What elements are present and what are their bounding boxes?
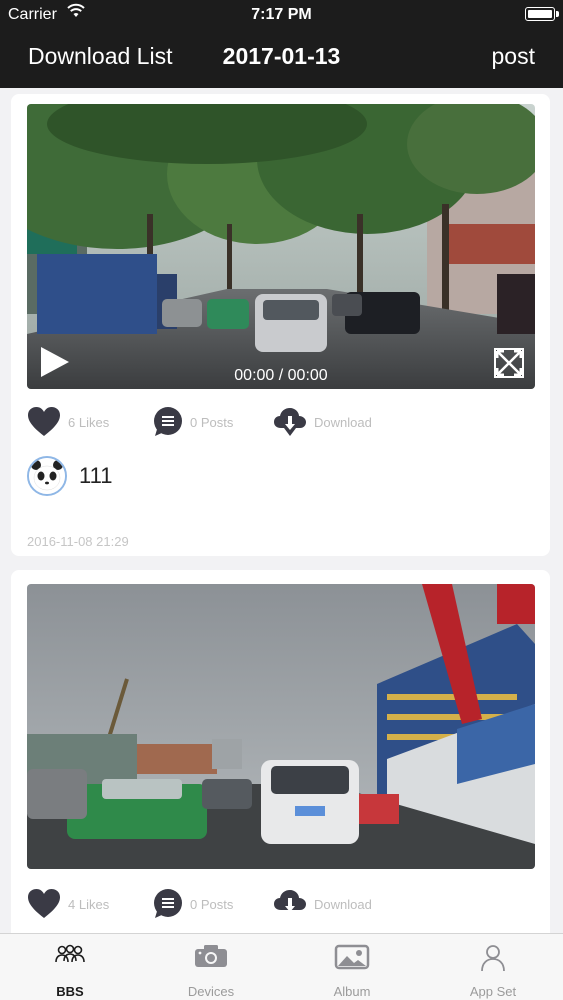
tab-label: BBS: [56, 984, 84, 999]
like-button[interactable]: 4 Likes: [27, 886, 109, 922]
picture-icon: [334, 944, 370, 970]
video-player[interactable]: [27, 584, 535, 869]
camera-icon: [195, 945, 227, 967]
comment-icon: [154, 407, 182, 436]
comments-button[interactable]: 0 Posts: [151, 404, 233, 440]
tab-devices[interactable]: Devices: [141, 934, 281, 1000]
fullscreen-icon[interactable]: [493, 347, 525, 379]
tab-bar: BBS Devices Album App Set: [0, 933, 563, 1000]
panda-avatar-icon: [29, 458, 65, 494]
status-time: 7:17 PM: [251, 6, 312, 23]
tab-app-set[interactable]: App Set: [423, 934, 563, 1000]
post-button[interactable]: post: [492, 43, 535, 70]
video-thumbnail: [27, 584, 535, 869]
download-list-button[interactable]: Download List: [28, 43, 172, 70]
tab-label: Album: [333, 984, 371, 999]
battery-icon: [525, 7, 559, 21]
username[interactable]: 111: [79, 463, 112, 489]
post-actions: 4 Likes 0 Posts Download: [27, 886, 535, 922]
download-label: Download: [314, 414, 372, 430]
likes-count: 6 Likes: [68, 414, 110, 430]
status-bar: Carrier 7:17 PM: [0, 0, 563, 30]
cloud-download-icon: [274, 408, 306, 436]
tab-album[interactable]: Album: [282, 934, 422, 1000]
tab-label: Devices: [187, 984, 235, 999]
person-icon: [481, 945, 505, 972]
likes-count: 4 Likes: [68, 896, 110, 912]
post-card: 4 Likes 0 Posts Download: [11, 570, 550, 933]
post-actions: 6 Likes 0 Posts Download: [27, 404, 535, 440]
posts-count: 0 Posts: [190, 896, 234, 912]
post-date: 2016-11-08 21:29: [27, 534, 129, 549]
post-feed[interactable]: 00:00 / 00:00 6 Likes 0 Posts Download 1…: [0, 88, 563, 933]
avatar[interactable]: [27, 456, 67, 496]
tab-bbs[interactable]: BBS: [0, 934, 140, 1000]
heart-icon: [28, 889, 60, 918]
post-author[interactable]: 111: [27, 454, 112, 498]
comment-icon: [154, 889, 182, 918]
download-button[interactable]: Download: [273, 404, 372, 440]
download-button[interactable]: Download: [273, 886, 372, 922]
like-button[interactable]: 6 Likes: [27, 404, 109, 440]
people-icon: [55, 944, 85, 963]
top-bar: Carrier 7:17 PM Download List 2017-01-13…: [0, 0, 563, 88]
download-label: Download: [314, 896, 372, 912]
video-time: 00:00 / 00:00: [234, 367, 328, 384]
cloud-download-icon: [274, 890, 306, 912]
posts-count: 0 Posts: [190, 414, 234, 430]
comments-button[interactable]: 0 Posts: [151, 886, 233, 922]
heart-icon: [28, 407, 60, 436]
tab-label: App Set: [469, 984, 517, 999]
video-thumbnail: [27, 104, 535, 389]
video-player[interactable]: 00:00 / 00:00: [27, 104, 535, 389]
post-card: 00:00 / 00:00 6 Likes 0 Posts Download 1…: [11, 94, 550, 556]
